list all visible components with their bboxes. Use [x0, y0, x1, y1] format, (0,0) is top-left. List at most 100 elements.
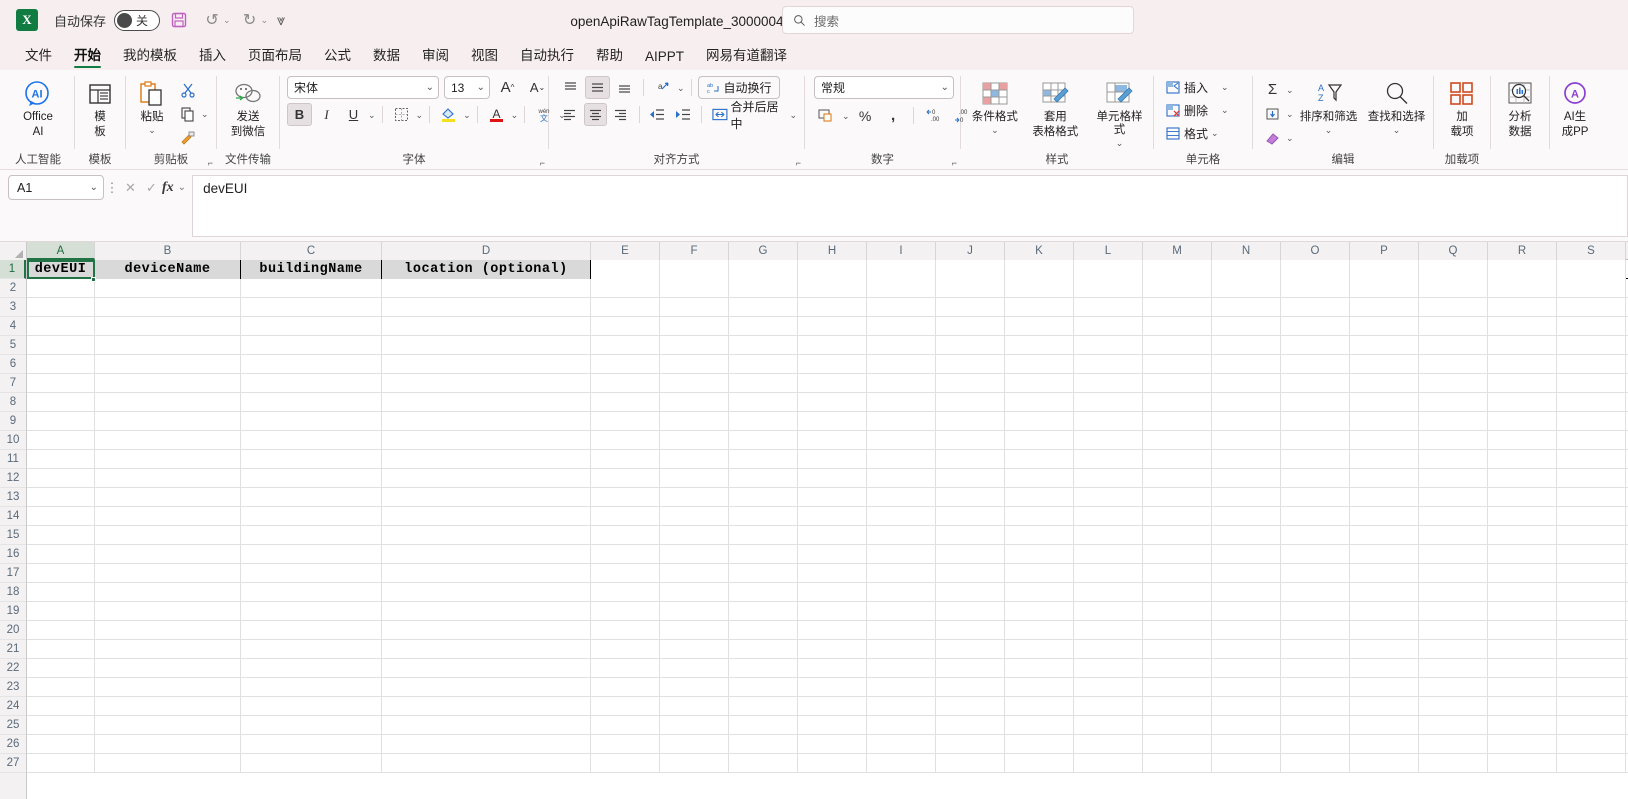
cell-E24[interactable] — [591, 697, 660, 716]
font-size-combo[interactable]: 13 ⌄ — [444, 76, 490, 99]
cell-D23[interactable] — [382, 678, 591, 697]
cell-J24[interactable] — [936, 697, 1005, 716]
cell-N8[interactable] — [1212, 393, 1281, 412]
cell-S18[interactable] — [1557, 583, 1626, 602]
cell-E17[interactable] — [591, 564, 660, 583]
cell-G5[interactable] — [729, 336, 798, 355]
formula-chevron-down-icon[interactable]: ⌄ — [178, 182, 186, 193]
cell-F2[interactable] — [660, 279, 729, 298]
autosave-toggle[interactable]: 关 — [114, 9, 161, 31]
template-button[interactable]: 模 板 — [78, 76, 122, 142]
cell-G1[interactable] — [729, 260, 798, 279]
cell-L10[interactable] — [1074, 431, 1143, 450]
decrease-font-size-icon[interactable]: A ⌄ — [525, 76, 550, 99]
cell-L9[interactable] — [1074, 412, 1143, 431]
cell-B22[interactable] — [95, 659, 241, 678]
cell-K8[interactable] — [1005, 393, 1074, 412]
cell-O11[interactable] — [1281, 450, 1350, 469]
cell-N16[interactable] — [1212, 545, 1281, 564]
cell-C17[interactable] — [241, 564, 382, 583]
cell-A4[interactable] — [27, 317, 95, 336]
cell-C12[interactable] — [241, 469, 382, 488]
italic-button[interactable]: I — [314, 103, 339, 126]
cell-E6[interactable] — [591, 355, 660, 374]
cell-S2[interactable] — [1557, 279, 1626, 298]
cell-D6[interactable] — [382, 355, 591, 374]
cell-E20[interactable] — [591, 621, 660, 640]
cell-H9[interactable] — [798, 412, 867, 431]
cell-A14[interactable] — [27, 507, 95, 526]
cell-G26[interactable] — [729, 735, 798, 754]
cell-L24[interactable] — [1074, 697, 1143, 716]
cell-O19[interactable] — [1281, 602, 1350, 621]
cell-F22[interactable] — [660, 659, 729, 678]
align-middle-icon[interactable] — [585, 76, 610, 99]
underline-chevron-down-icon[interactable]: ⌄ — [368, 110, 376, 119]
cell-K10[interactable] — [1005, 431, 1074, 450]
cell-B18[interactable] — [95, 583, 241, 602]
cell-J25[interactable] — [936, 716, 1005, 735]
fill-chevron-down-icon[interactable]: ⌄ — [1286, 109, 1294, 118]
cell-C1[interactable]: buildingName — [241, 260, 382, 279]
cell-I26[interactable] — [867, 735, 936, 754]
cell-G13[interactable] — [729, 488, 798, 507]
cell-H2[interactable] — [798, 279, 867, 298]
cell-J14[interactable] — [936, 507, 1005, 526]
cell-H26[interactable] — [798, 735, 867, 754]
grid-row[interactable] — [27, 279, 1628, 298]
grid-row[interactable] — [27, 659, 1628, 678]
cell-E11[interactable] — [591, 450, 660, 469]
cell-E10[interactable] — [591, 431, 660, 450]
cell-J19[interactable] — [936, 602, 1005, 621]
cell-A12[interactable] — [27, 469, 95, 488]
cell-L20[interactable] — [1074, 621, 1143, 640]
cell-E3[interactable] — [591, 298, 660, 317]
cell-H4[interactable] — [798, 317, 867, 336]
cell-L3[interactable] — [1074, 298, 1143, 317]
cell-G8[interactable] — [729, 393, 798, 412]
cell-P23[interactable] — [1350, 678, 1419, 697]
cell-A9[interactable] — [27, 412, 95, 431]
format-as-table-button[interactable]: 套用 表格格式 — [1026, 76, 1085, 142]
cell-R22[interactable] — [1488, 659, 1557, 678]
cell-E14[interactable] — [591, 507, 660, 526]
cell-N1[interactable] — [1212, 260, 1281, 279]
cell-G22[interactable] — [729, 659, 798, 678]
cell-P19[interactable] — [1350, 602, 1419, 621]
cell-H7[interactable] — [798, 374, 867, 393]
cell-L17[interactable] — [1074, 564, 1143, 583]
number-format-chevron-down-icon[interactable]: ⌄ — [941, 82, 949, 93]
cell-Q11[interactable] — [1419, 450, 1488, 469]
cell-F14[interactable] — [660, 507, 729, 526]
cell-K24[interactable] — [1005, 697, 1074, 716]
cell-B7[interactable] — [95, 374, 241, 393]
cell-I3[interactable] — [867, 298, 936, 317]
cell-F15[interactable] — [660, 526, 729, 545]
grid-row[interactable] — [27, 735, 1628, 754]
column-header-R[interactable]: R — [1488, 242, 1557, 260]
cell-J12[interactable] — [936, 469, 1005, 488]
cell-L16[interactable] — [1074, 545, 1143, 564]
cell-P22[interactable] — [1350, 659, 1419, 678]
cell-Q14[interactable] — [1419, 507, 1488, 526]
cell-M19[interactable] — [1143, 602, 1212, 621]
cell-H23[interactable] — [798, 678, 867, 697]
cell-I1[interactable] — [867, 260, 936, 279]
addins-button[interactable]: 加 载项 — [1437, 76, 1487, 142]
cell-I16[interactable] — [867, 545, 936, 564]
cell-N24[interactable] — [1212, 697, 1281, 716]
cell-S26[interactable] — [1557, 735, 1626, 754]
tab-help[interactable]: 帮助 — [585, 42, 634, 70]
row-header-15[interactable]: 15 — [0, 526, 26, 545]
cell-Q6[interactable] — [1419, 355, 1488, 374]
cell-D19[interactable] — [382, 602, 591, 621]
cell-P1[interactable] — [1350, 260, 1419, 279]
cell-L4[interactable] — [1074, 317, 1143, 336]
cell-J17[interactable] — [936, 564, 1005, 583]
cell-M10[interactable] — [1143, 431, 1212, 450]
grid-row[interactable] — [27, 374, 1628, 393]
column-header-C[interactable]: C — [241, 242, 382, 260]
cell-M26[interactable] — [1143, 735, 1212, 754]
cell-R2[interactable] — [1488, 279, 1557, 298]
row-header-1[interactable]: 1 — [0, 260, 26, 279]
